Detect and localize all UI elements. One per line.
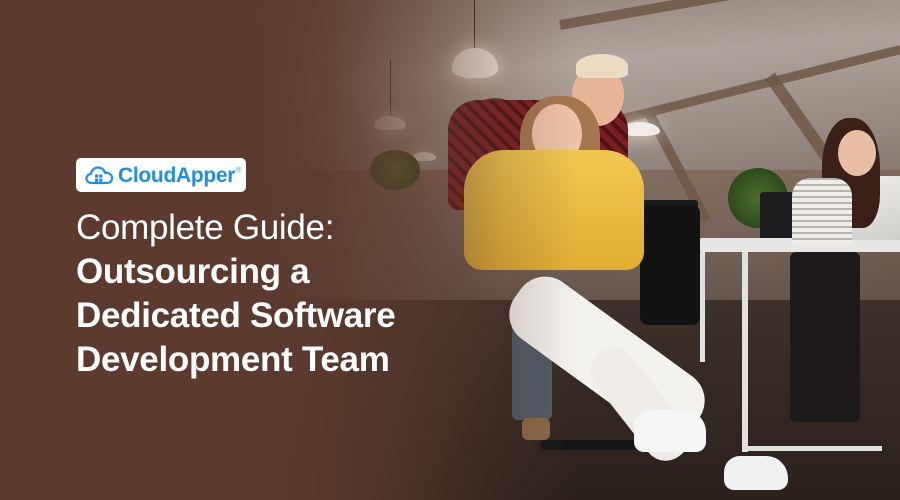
headline-line-4: Development Team [76,340,390,379]
page-title: Complete Guide: Outsourcing a Dedicated … [76,206,476,382]
cloudapper-logo: CloudApper ® [76,158,246,192]
headline-line-2: Outsourcing a [76,252,310,291]
headline-line-1: Complete Guide: [76,208,335,247]
brand-name: CloudApper [118,163,236,187]
hero-banner: CloudApper ® Complete Guide: Outsourcing… [0,0,900,500]
headline-line-3: Dedicated Software [76,296,396,335]
cloud-grid-icon [85,166,114,185]
registered-mark: ® [236,166,242,174]
